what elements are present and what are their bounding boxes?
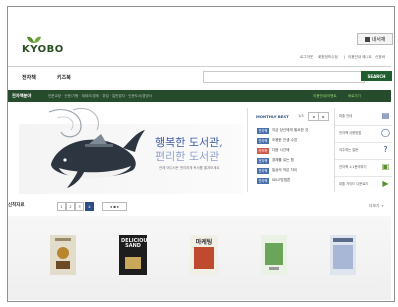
clipboard-icon: ▤ — [381, 111, 390, 120]
page-button[interactable]: 3 — [75, 202, 84, 211]
my-library-button[interactable]: 내서재 — [357, 33, 393, 45]
nav-kidsbook[interactable]: 키즈북 — [57, 74, 71, 81]
quick-menu-item[interactable]: 전자책 사용방법 ◯ — [335, 125, 392, 143]
search-input[interactable] — [203, 71, 365, 83]
list-item[interactable]: 전자책 SELF방법론 — [257, 177, 290, 184]
new-books-heading: 신착자료 — [8, 203, 25, 208]
category-shortcut-link[interactable]: 바로가기 — [348, 94, 361, 99]
header-divider — [8, 66, 391, 67]
util-link-apply[interactable]: 신청바 — [375, 55, 385, 60]
more-link[interactable]: 더보기 + — [369, 203, 384, 209]
list-item[interactable]: 전자책 지금 당신에게 필요한 것 — [257, 127, 308, 134]
new-books-nav[interactable]: ◂ ▪ ▸ — [102, 202, 127, 211]
util-link-guide[interactable]: 이용안내 — [348, 55, 361, 60]
quick-menu-item[interactable]: 자주하는 질문 ? — [335, 142, 392, 160]
list-item[interactable]: 전자책 조용한 인생 수업 — [257, 137, 297, 144]
quick-menu-item[interactable]: 대출 안내 ▤ — [335, 108, 392, 126]
page-button[interactable]: 1 — [57, 202, 66, 211]
list-item[interactable]: 전자책 일상의 작은 차이 — [257, 167, 297, 174]
circle-icon: ◯ — [381, 128, 390, 137]
book-cover[interactable]: DELICIOUS SAND — [119, 235, 151, 275]
play-icon: ▶ — [382, 179, 389, 188]
book-icon — [364, 36, 370, 42]
book-cover[interactable] — [50, 235, 76, 275]
logo[interactable]: KYOBO — [22, 44, 64, 55]
category-guide-link[interactable]: 이용안내/이벤트 — [313, 94, 337, 99]
banner-headline-2: 편리한 도서관 — [155, 150, 220, 163]
category-bar: 전자책분야 인문교양 · 산문/기행 · 재테크/경제 · 취업 · 일반잡지 … — [8, 90, 391, 102]
page-button-active[interactable]: 4 — [85, 202, 94, 211]
category-links[interactable]: 인문교양 · 산문/기행 · 재테크/경제 · 취업 · 일반잡지 · 인문도서… — [48, 94, 152, 99]
list-item[interactable]: 키즈북 다음 시간에 — [257, 147, 290, 154]
quick-menu: 대출 안내 ▤ 전자책 사용방법 ◯ 자주하는 질문 ? 전자책 1:1문의하기… — [334, 108, 392, 192]
util-link-zenith[interactable]: 제니트 — [362, 55, 372, 60]
util-link-logout[interactable]: 로그아웃 — [300, 55, 313, 60]
util-link-profile[interactable]: 회원정보수정 — [318, 55, 338, 60]
list-item[interactable]: 전자책 경제를 읽는 힘 — [257, 157, 294, 164]
util-separator: | — [344, 55, 346, 59]
book-cover[interactable] — [330, 235, 356, 275]
question-icon: ? — [383, 145, 388, 154]
quick-menu-item[interactable]: 대출 가이드 다운로드 ▶ — [335, 176, 392, 193]
banner-subtext: 언제 어디서든 편리하게 독서를 즐겨보세요 — [159, 166, 220, 170]
search-button[interactable]: SEARCH — [361, 71, 392, 81]
monthly-best-page: 1/3 — [298, 114, 304, 118]
document-icon: ▣ — [381, 162, 390, 171]
quick-menu-item[interactable]: 전자책 1:1문의하기 ▣ — [335, 159, 392, 177]
nav-ebook[interactable]: 전자책 — [22, 74, 36, 81]
main-banner[interactable]: 행복한 도서관, 편리한 도서관 언제 어디서든 편리하게 독서를 즐겨보세요 — [19, 104, 243, 194]
page-button[interactable]: 2 — [66, 202, 75, 211]
category-bar-label: 전자책분야 — [12, 93, 32, 98]
book-cover[interactable] — [261, 235, 287, 275]
monthly-next-button[interactable]: ▸ — [318, 112, 329, 121]
logo-leaf-icon — [27, 36, 41, 43]
monthly-best-title: MONTHLY BEST — [256, 114, 289, 119]
book-cover[interactable]: 마케팅 — [190, 235, 218, 275]
monthly-best-panel: MONTHLY BEST 1/3 ◂ ▸ 전자책 지금 당신에게 필요한 것 전자… — [247, 108, 329, 192]
